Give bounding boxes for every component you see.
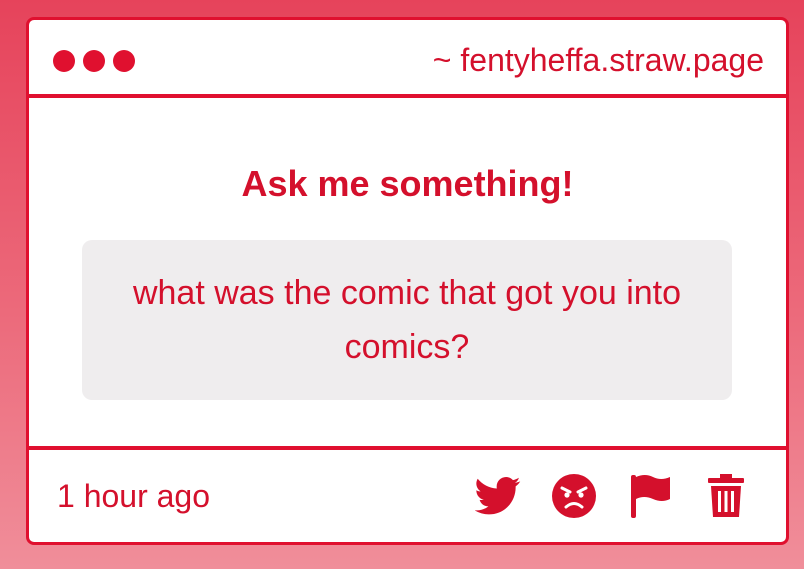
window-dots	[53, 50, 135, 72]
report-button[interactable]	[626, 472, 674, 520]
question-content: Ask me something! what was the comic tha…	[29, 98, 786, 450]
question-text: what was the comic that got you into com…	[132, 274, 682, 366]
delete-button[interactable]	[702, 472, 750, 520]
window-titlebar: ~ fentyheffa.straw.page	[29, 20, 786, 98]
window-dot	[113, 50, 135, 72]
share-twitter-button[interactable]	[474, 472, 522, 520]
twitter-icon	[475, 477, 521, 515]
block-user-button[interactable]	[550, 472, 598, 520]
flag-icon	[631, 475, 670, 518]
question-card: ~ fentyheffa.straw.page Ask me something…	[26, 17, 789, 545]
card-footer: 1 hour ago	[29, 450, 786, 542]
window-dot	[83, 50, 105, 72]
angry-face-icon	[552, 474, 596, 518]
timestamp: 1 hour ago	[57, 478, 211, 514]
action-bar	[474, 472, 750, 520]
window-dot	[53, 50, 75, 72]
page-url[interactable]: ~ fentyheffa.straw.page	[433, 40, 764, 80]
trash-icon	[708, 474, 744, 517]
question-box: what was the comic that got you into com…	[82, 240, 732, 400]
page-title: Ask me something!	[241, 163, 574, 204]
